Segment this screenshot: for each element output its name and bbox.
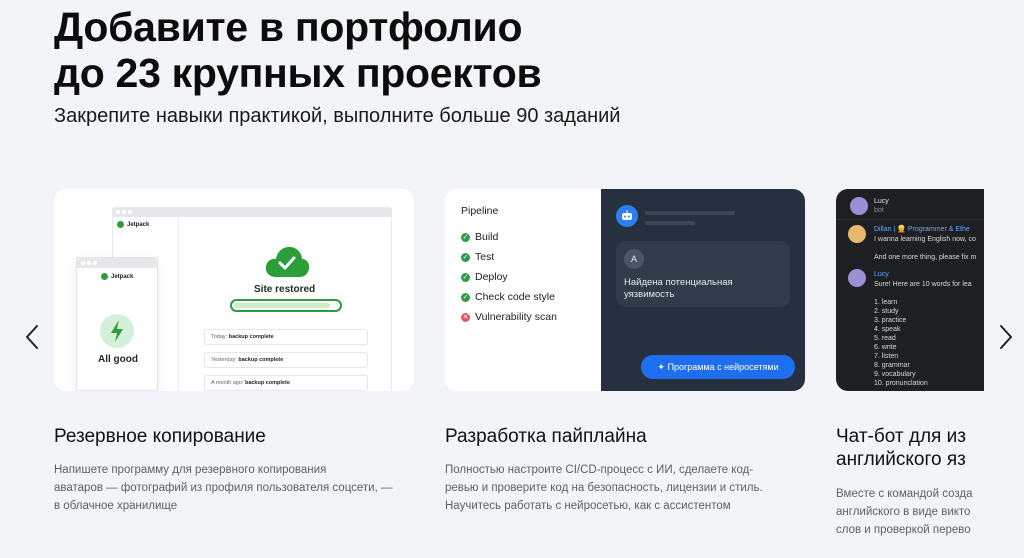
check-icon: ✓ [461, 292, 470, 302]
mobile-window: Jetpack All good [76, 257, 158, 391]
section-title-line-1: Добавите в портфолио [54, 4, 523, 50]
chevron-right-icon [1000, 325, 1012, 349]
word-item: 9. vocabulary [874, 371, 916, 378]
project-card-title: Разработка пайплайна [445, 426, 647, 447]
pipeline-step: ✓ Build [461, 231, 499, 243]
project-card-pipeline[interactable]: Pipeline ✓ Build ✓ Test ✓ Deploy ✓ Check cod… [445, 189, 805, 512]
project-card-desc-line: ревью и проверите код на безопасность, л… [445, 482, 763, 494]
pipeline-panel: Pipeline ✓ Build ✓ Test ✓ Deploy ✓ Check cod… [445, 189, 601, 391]
word-item: 8. grammar [874, 362, 910, 369]
avatar [848, 269, 866, 287]
jetpack-logo: Jetpack [101, 273, 133, 280]
pipeline-step: ✓ Test [461, 251, 495, 263]
placeholder-line [645, 211, 735, 215]
restore-status: Site restored [254, 284, 316, 295]
reply-name: Lucy [874, 271, 889, 278]
project-card-image: Lucy bot Dillan | 👱 Programmer & Ethe I … [836, 189, 984, 391]
carousel-prev-button[interactable] [22, 322, 44, 352]
chevron-left-icon [26, 325, 38, 349]
project-card-desc-line: аватаров — фотографий из профиля пользов… [54, 482, 393, 494]
sparkle-icon: ✦ [657, 362, 665, 372]
chat-divider [836, 219, 984, 220]
word-item: 6. write [874, 344, 897, 351]
avatar: A [624, 249, 644, 269]
status-badge: All good [98, 354, 138, 365]
avatar [848, 225, 866, 243]
chat-message: And one more thing, please fix m [874, 254, 977, 261]
cloud-check-icon [265, 246, 310, 277]
bot-name: Lucy [874, 198, 889, 205]
pipeline-title: Pipeline [461, 205, 499, 217]
backup-log-row: Today: backup complete [204, 329, 368, 345]
avatar [850, 197, 868, 215]
assistant-panel: A Найдена потенциальная уязвимость ✦ Про… [601, 189, 805, 391]
project-card-desc-line: слов и проверкой перево [836, 524, 971, 536]
project-card-backup[interactable]: Jetpack Site restored Today: backup comp… [54, 189, 414, 512]
project-card-title-line: Чат-бот для из [836, 426, 966, 447]
chat-message: Sure! Here are 10 words for lea [874, 281, 972, 288]
word-item: 10. pronunclation [874, 380, 928, 387]
restore-progress [230, 299, 342, 312]
word-item: 7. listen [874, 353, 899, 360]
section-title-line-2: до 23 крупных проектов [54, 50, 542, 96]
backup-log-row: A month ago: backup complete [204, 375, 368, 391]
ai-message-card: A Найдена потенциальная уязвимость [616, 241, 790, 307]
project-card-chatbot[interactable]: Lucy bot Dillan | 👱 Programmer & Ethe I … [836, 189, 984, 536]
word-item: 5. read [874, 335, 896, 342]
chat-message: I wanna learning English now, co [874, 236, 976, 243]
pipeline-step: ✓ Deploy [461, 271, 508, 283]
check-icon: ✓ [461, 272, 470, 282]
project-card-title-line: английского яз [836, 449, 966, 470]
user-name: Dillan | 👱 Programmer & Ethe [874, 226, 970, 233]
robot-icon [616, 205, 638, 227]
pipeline-step: ✕ Vulnerability scan [461, 311, 557, 323]
word-item: 2. study [874, 308, 899, 315]
backup-log-row: Yesterday: backup complete [204, 352, 368, 368]
project-card-desc-line: английского в виде викто [836, 506, 971, 518]
project-card-image: Jetpack Site restored Today: backup comp… [54, 189, 414, 391]
pipeline-step: ✓ Check code style [461, 291, 555, 303]
carousel-viewport: Jetpack Site restored Today: backup comp… [54, 189, 984, 558]
project-card-desc-line: Напишете программу для резервного копиро… [54, 464, 327, 476]
ai-message-text: Найдена потенциальная уязвимость [624, 277, 733, 300]
placeholder-line [645, 221, 695, 225]
restore-progress-fill [234, 303, 330, 308]
section-subtitle: Закрепите навыки практикой, выполните бо… [54, 105, 621, 127]
check-icon: ✓ [461, 232, 470, 242]
section-title: Добавите в портфолио до 23 крупных проек… [54, 4, 542, 96]
project-card-image: Pipeline ✓ Build ✓ Test ✓ Deploy ✓ Check cod… [445, 189, 805, 391]
project-card-desc-line: Вместе с командой созда [836, 488, 973, 500]
bot-sub: bot [874, 207, 884, 214]
window-titlebar [112, 207, 392, 217]
bolt-icon [100, 314, 134, 348]
project-card-title: Чат-бот для из английского яз [836, 425, 966, 471]
project-card-desc-line: Научитесь работать с нейросетью, как с а… [445, 500, 731, 512]
ai-program-button[interactable]: ✦ Программа с нейросетями [641, 355, 795, 379]
carousel-next-button[interactable] [994, 322, 1016, 352]
project-card-title: Резервное копирование [54, 426, 266, 447]
project-card-desc-line: в облачное хранилище [54, 500, 178, 512]
word-item: 4. speak [874, 326, 901, 333]
close-icon: ✕ [461, 312, 470, 322]
check-icon: ✓ [461, 252, 470, 262]
word-item: 1. learn [874, 299, 898, 306]
word-item: 3. practice [874, 317, 907, 324]
project-card-desc-line: Полностью настроите CI/CD-процесс с ИИ, … [445, 464, 754, 476]
